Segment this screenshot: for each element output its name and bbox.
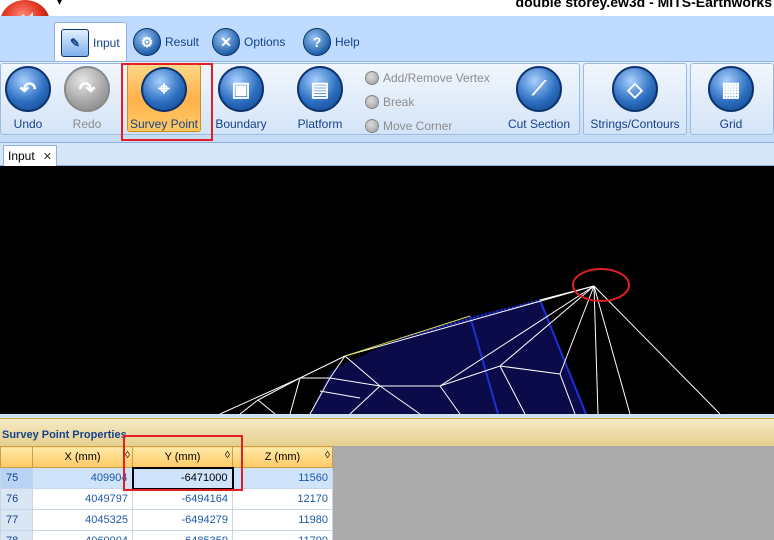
quick-access-dropdown-icon[interactable]: ▾: [57, 0, 62, 8]
tab-result[interactable]: ⚙ Result: [127, 22, 205, 62]
cell-x[interactable]: 4060004: [32, 530, 133, 540]
column-header-z-label: Z (mm): [264, 451, 301, 463]
column-header-x[interactable]: X (mm) ◊: [32, 446, 133, 468]
cell-z[interactable]: 11560: [232, 467, 333, 489]
tab-input[interactable]: ✎ Input: [54, 22, 127, 62]
move-corner-label: Move Corner: [383, 119, 453, 133]
question-icon: ?: [303, 28, 331, 56]
table-row[interactable]: 76 4049797 -6494164 12170: [0, 488, 333, 510]
move-corner-icon: [365, 119, 379, 133]
y-column-highlight: [123, 435, 243, 491]
break-button[interactable]: Break: [365, 95, 414, 109]
row-number[interactable]: 77: [0, 509, 33, 531]
column-header-z[interactable]: Z (mm) ◊: [232, 446, 333, 468]
cell-y[interactable]: -6485359: [132, 530, 233, 540]
mesh-line: [593, 285, 631, 414]
add-remove-vertex-label: Add/Remove Vertex: [383, 71, 490, 85]
mesh-line: [257, 399, 276, 414]
window-title: double storey.ew3d - MITS-Earthworks: [515, 0, 772, 10]
document-tab-input[interactable]: Input ✕: [3, 145, 57, 166]
platform-label: Platform: [297, 117, 343, 131]
cell-z[interactable]: 12170: [232, 488, 333, 510]
tab-options[interactable]: ✕ Options: [206, 22, 291, 62]
tab-options-label: Options: [244, 35, 286, 49]
grid-button[interactable]: ▦ Grid: [701, 64, 761, 132]
redo-label: Redo: [72, 117, 102, 131]
tab-input-label: Input: [93, 35, 120, 50]
cell-z[interactable]: 11790: [232, 530, 333, 540]
row-number[interactable]: 76: [0, 488, 33, 510]
platform-button[interactable]: ▤ Platform: [290, 64, 350, 132]
cell-y[interactable]: -6494279: [132, 509, 233, 531]
break-label: Break: [383, 95, 415, 109]
grid-icon: ▦: [708, 66, 754, 112]
tools-icon: ✕: [212, 28, 240, 56]
tab-result-label: Result: [165, 35, 200, 49]
boundary-label: Boundary: [215, 117, 267, 131]
strings-contours-label: Strings/Contours: [590, 117, 680, 131]
tab-help[interactable]: ? Help: [297, 22, 366, 62]
boundary-icon: ▣: [218, 66, 264, 112]
break-icon: [365, 95, 379, 109]
title-bar: ▾ double storey.ew3d - MITS-Earthworks: [0, 0, 774, 46]
sort-icon[interactable]: ◊: [325, 450, 330, 461]
terrain-mesh: [219, 268, 721, 414]
tab-help-label: Help: [335, 35, 360, 49]
redo-icon: ↷: [64, 66, 110, 112]
highlight-circle: [572, 268, 630, 302]
table-row[interactable]: 77 4045325 -6494279 11980: [0, 509, 333, 531]
ribbon-tab-row: ✎ Input ⚙ Result ✕ Options ? Help: [0, 16, 774, 62]
cell-x[interactable]: 409904: [32, 467, 133, 489]
properties-header: Survey Point Properties: [0, 418, 774, 446]
mesh-line: [219, 377, 301, 414]
gear-icon: ⚙: [133, 28, 161, 56]
properties-title: Survey Point Properties: [2, 429, 127, 441]
strings-contours-button[interactable]: ◇ Strings/Contours: [589, 64, 681, 132]
cut-section-icon: ⟋: [516, 66, 562, 112]
add-remove-vertex-button[interactable]: Add/Remove Vertex: [365, 71, 490, 85]
cut-section-label: Cut Section: [507, 117, 571, 131]
platform-icon: ▤: [297, 66, 343, 112]
cell-y[interactable]: -6494164: [132, 488, 233, 510]
move-corner-button[interactable]: Move Corner: [365, 119, 452, 133]
row-number[interactable]: 75: [0, 467, 33, 489]
redo-button[interactable]: ↷ Redo: [57, 64, 117, 132]
mesh-line: [289, 377, 301, 414]
cell-x[interactable]: 4045325: [32, 509, 133, 531]
mesh-line: [593, 285, 721, 414]
boundary-button[interactable]: ▣ Boundary: [211, 64, 271, 132]
input-icon: ✎: [61, 28, 89, 57]
cut-section-button[interactable]: ⟋ Cut Section: [507, 64, 571, 132]
document-tab-strip: Input ✕: [0, 143, 774, 166]
strings-contours-icon: ◇: [612, 66, 658, 112]
cell-z[interactable]: 11980: [232, 509, 333, 531]
grid-label: Grid: [719, 117, 743, 131]
properties-grid-area: X (mm) ◊ Y (mm) ◊ Z (mm) ◊ 75 409904 -64…: [0, 446, 774, 540]
drawing-canvas[interactable]: [0, 166, 774, 414]
cell-x[interactable]: 4049797: [32, 488, 133, 510]
table-row[interactable]: 78 4060004 -6485359 11790: [0, 530, 333, 540]
add-vertex-icon: [365, 71, 379, 85]
mesh-line: [257, 377, 301, 401]
close-icon[interactable]: ✕: [43, 150, 52, 163]
mesh-line: [239, 399, 259, 414]
undo-button[interactable]: ↶ Undo: [0, 64, 58, 132]
mesh-line: [593, 285, 599, 414]
document-tab-label: Input: [8, 149, 35, 163]
undo-label: Undo: [13, 117, 43, 131]
row-number[interactable]: 78: [0, 530, 33, 540]
ribbon-panel: ↶ Undo ↷ Redo ⌖ Survey Point ▣ Boundary …: [0, 61, 774, 143]
row-header-corner: [0, 446, 33, 468]
undo-icon: ↶: [5, 66, 51, 112]
column-header-x-label: X (mm): [64, 451, 101, 463]
survey-point-highlight: [121, 63, 213, 141]
